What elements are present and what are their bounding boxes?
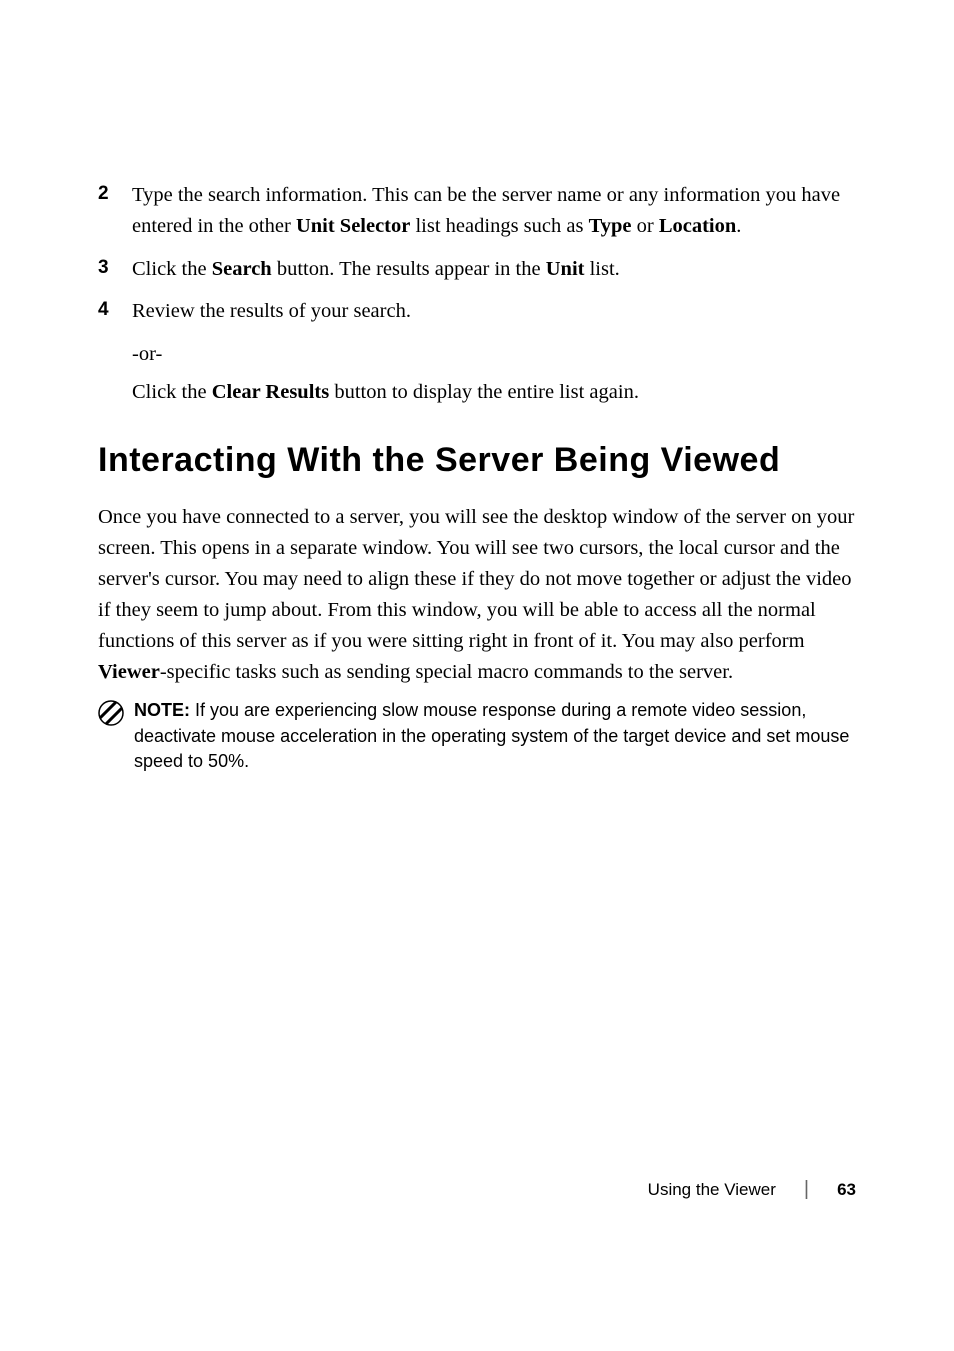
text-segment: Review the results of your search. — [132, 300, 411, 322]
item-number: 3 — [98, 254, 132, 285]
list-item-4: 4 Review the results of your search. — [98, 296, 856, 327]
item-text: Click the Search button. The results app… — [132, 254, 856, 285]
text-segment: . — [736, 215, 741, 237]
text-segment: button to display the entire list again. — [329, 381, 639, 403]
bold-viewer: Viewer — [98, 661, 160, 683]
text-segment: Click the — [132, 258, 212, 280]
section-heading: Interacting With the Server Being Viewed — [98, 441, 856, 480]
bold-location: Location — [659, 215, 736, 237]
bold-unit-selector: Unit Selector — [296, 215, 410, 237]
note-icon — [98, 700, 124, 726]
bold-clear-results: Clear Results — [212, 381, 330, 403]
item-text: Type the search information. This can be… — [132, 180, 856, 242]
text-segment: -specific tasks such as sending special … — [160, 661, 733, 683]
bold-unit: Unit — [546, 258, 585, 280]
list-item-3: 3 Click the Search button. The results a… — [98, 254, 856, 285]
note-label: NOTE: — [134, 700, 190, 720]
body-paragraph: Once you have connected to a server, you… — [98, 502, 856, 689]
text-segment: Once you have connected to a server, you… — [98, 506, 854, 653]
bold-type: Type — [589, 215, 632, 237]
footer-title: Using the Viewer — [648, 1180, 776, 1200]
text-segment: list. — [584, 258, 619, 280]
note-text: NOTE: If you are experiencing slow mouse… — [134, 698, 856, 774]
text-segment: button. The results appear in the — [272, 258, 546, 280]
footer-divider: | — [804, 1178, 809, 1201]
text-segment: list headings such as — [410, 215, 588, 237]
list-item-2: 2 Type the search information. This can … — [98, 180, 856, 242]
footer-page-number: 63 — [837, 1180, 856, 1200]
continuation-or: -or- — [132, 339, 856, 371]
item-text: Review the results of your search. — [132, 296, 856, 327]
text-segment: or — [631, 215, 658, 237]
text-segment: Click the — [132, 381, 212, 403]
item-number: 4 — [98, 296, 132, 327]
page-content: 2 Type the search information. This can … — [0, 0, 954, 774]
bold-search: Search — [212, 258, 272, 280]
page-footer: Using the Viewer | 63 — [648, 1178, 856, 1201]
note-block: NOTE: If you are experiencing slow mouse… — [98, 698, 856, 774]
note-body: If you are experiencing slow mouse respo… — [134, 700, 849, 770]
continuation-text: Click the Clear Results button to displa… — [132, 377, 856, 409]
item-number: 2 — [98, 180, 132, 242]
